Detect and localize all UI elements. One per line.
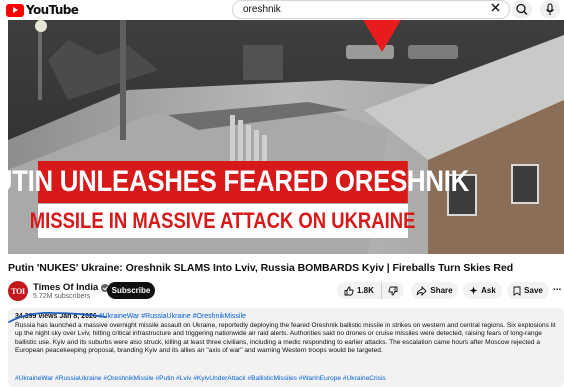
search-input[interactable] [243, 4, 443, 15]
close-icon[interactable] [489, 1, 502, 17]
youtube-logo[interactable]: YouTube [6, 3, 79, 17]
description-text: Russia has launched a massive overnight … [15, 322, 556, 355]
description-box[interactable]: 34,399 views Jan 8, 2026 #UkraineWar #Ru… [8, 308, 564, 387]
bookmark-icon [513, 286, 521, 296]
logo-text: YouTube [26, 3, 79, 17]
search-icon[interactable] [512, 0, 532, 19]
video-player[interactable]: PUTIN UNLEASHES FEARED ORESHNIK MISSILE … [8, 20, 564, 254]
like-count: 1.8K [357, 286, 374, 295]
ask-button[interactable]: Ask [463, 282, 502, 299]
banner-headline-top: PUTIN UNLEASHES FEARED ORESHNIK [8, 161, 469, 203]
avatar[interactable]: TOI [8, 281, 28, 301]
more-actions-button[interactable]: ... [553, 282, 564, 299]
channel-name-row[interactable]: Times Of India [33, 282, 110, 293]
share-icon [416, 285, 428, 296]
video-title: Putin 'NUKES' Ukraine: Oreshnik SLAMS In… [8, 262, 514, 274]
mic-icon[interactable] [540, 0, 560, 19]
save-label: Save [524, 286, 543, 295]
channel-name[interactable]: Times Of India [33, 282, 98, 293]
inline-hashtags[interactable]: #UkraineWar #RussiaUkraine #OreshnikMiss… [99, 313, 246, 320]
ask-label: Ask [481, 286, 496, 295]
thumbs-up-icon [344, 286, 354, 296]
subscriber-count: 5.72M subscribers [33, 293, 91, 300]
like-dislike-group: 1.8K [337, 282, 404, 299]
save-button[interactable]: Save [507, 282, 549, 299]
search-box [232, 0, 510, 19]
thumbs-down-icon [388, 286, 398, 296]
upload-date: Jan 8, 2026 [59, 313, 97, 320]
share-button[interactable]: Share [411, 282, 458, 299]
view-count: 34,399 views [15, 313, 58, 320]
sparkle-icon [469, 286, 478, 295]
banner-line2-text: MISSILE IN MASSIVE ATTACK ON UKRAINE [30, 208, 416, 233]
description-meta: 34,399 views Jan 8, 2026 #UkraineWar #Ru… [15, 313, 246, 320]
subscribe-button[interactable]: Subscribe [107, 282, 155, 299]
youtube-play-icon [6, 3, 24, 17]
share-label: Share [430, 286, 453, 295]
banner-headline-bottom: MISSILE IN MASSIVE ATTACK ON UKRAINE [30, 204, 416, 238]
description-hashtags[interactable]: #UkraineWar #RussiaUkraine #OreshnikMiss… [15, 375, 386, 382]
like-button[interactable]: 1.8K [337, 282, 382, 299]
dislike-button[interactable] [382, 282, 404, 299]
top-bar: YouTube [0, 0, 564, 20]
